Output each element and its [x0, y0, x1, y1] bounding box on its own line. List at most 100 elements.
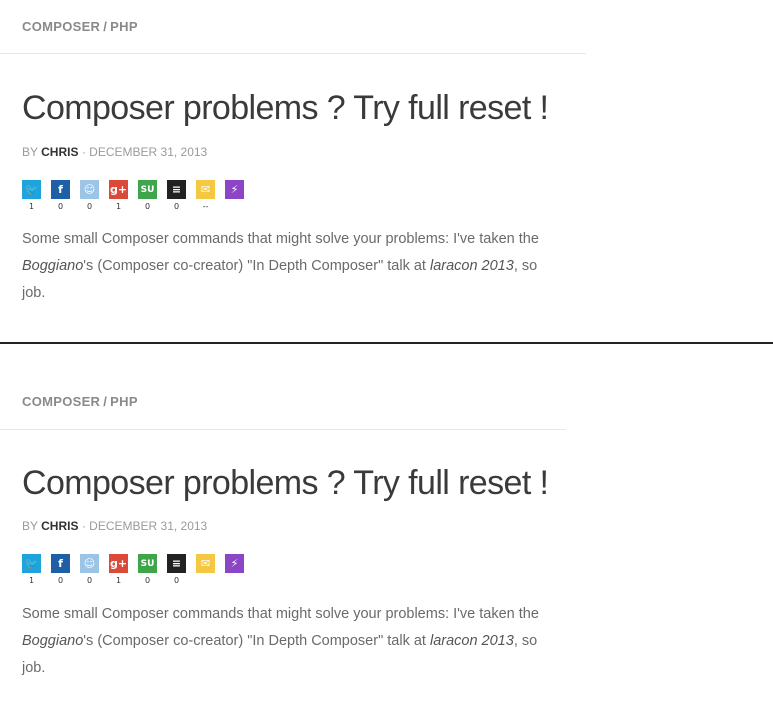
excerpt-line-1: Some small Composer commands that might …	[22, 606, 539, 622]
buffer-share-button[interactable]: ≡	[167, 554, 186, 573]
post-date: DECEMBER 31, 2013	[89, 145, 208, 159]
buffer-icon: ≡	[171, 557, 182, 570]
author-link[interactable]: CHRIS	[41, 519, 78, 533]
stumbleupon-share-count: 0	[144, 202, 151, 211]
share-item-email: ✉ --	[196, 180, 215, 211]
twitter-icon: 🐦	[24, 557, 39, 570]
facebook-share-button[interactable]: f	[51, 180, 70, 199]
category-separator: /	[103, 19, 108, 34]
twitter-share-count: 1	[28, 576, 35, 585]
share-item-email: ✉	[196, 554, 215, 585]
googleplus-share-count: 1	[115, 202, 122, 211]
twitter-share-button[interactable]: 🐦	[22, 554, 41, 573]
share-item-flattr: ⚡	[225, 180, 244, 211]
buffer-icon: ≡	[171, 183, 182, 196]
excerpt-line-3: job.	[22, 285, 46, 301]
share-item-googleplus: g+ 1	[109, 180, 128, 211]
email-icon: ✉	[200, 183, 211, 196]
category-link-php[interactable]: PHP	[110, 394, 138, 409]
post-title[interactable]: Composer problems ? Try full reset !	[22, 89, 549, 128]
category-link-composer[interactable]: COMPOSER	[22, 19, 100, 34]
facebook-share-button[interactable]: f	[51, 554, 70, 573]
stumbleupon-share-button[interactable]: SU	[138, 180, 157, 199]
post-byline: BY CHRIS · DECEMBER 31, 2013	[22, 145, 207, 159]
post-excerpt: Some small Composer commands that might …	[22, 601, 566, 682]
flattr-share-button[interactable]: ⚡	[225, 554, 244, 573]
facebook-share-count: 0	[57, 202, 64, 211]
buffer-share-count: 0	[173, 202, 180, 211]
email-icon: ✉	[200, 557, 211, 570]
twitter-share-count: 1	[28, 202, 35, 211]
googleplus-icon: g+	[109, 557, 128, 570]
share-item-reddit: ☺ 0	[80, 180, 99, 211]
email-share-button[interactable]: ✉	[196, 554, 215, 573]
excerpt-line-2: Boggiano's (Composer co-creator) "In Dep…	[22, 253, 586, 280]
reddit-share-button[interactable]: ☺	[80, 180, 99, 199]
share-item-flattr: ⚡	[225, 554, 244, 585]
email-share-count: --	[202, 202, 209, 211]
date-separator: ·	[81, 519, 86, 533]
share-item-buffer: ≡ 0	[167, 554, 186, 585]
category-link-php[interactable]: PHP	[110, 19, 138, 34]
excerpt-line-2-text: 's (Composer co-creator) "In Depth Compo…	[83, 633, 430, 649]
email-share-button[interactable]: ✉	[196, 180, 215, 199]
facebook-icon: f	[58, 557, 63, 570]
facebook-share-count: 0	[57, 576, 64, 585]
flattr-icon: ⚡	[230, 557, 239, 570]
post-title[interactable]: Composer problems ? Try full reset !	[22, 464, 549, 503]
excerpt-line-2-text: 's (Composer co-creator) "In Depth Compo…	[83, 258, 430, 274]
stumbleupon-share-count: 0	[144, 576, 151, 585]
post-excerpt: Some small Composer commands that might …	[22, 226, 586, 307]
category-link-composer[interactable]: COMPOSER	[22, 394, 100, 409]
screenshot-bottom-panel: COMPOSER / PHP Composer problems ? Try ful…	[0, 344, 566, 704]
share-item-facebook: f0	[51, 554, 70, 585]
googleplus-share-button[interactable]: g+	[109, 554, 128, 573]
post-byline: BY CHRIS · DECEMBER 31, 2013	[22, 519, 207, 533]
reddit-share-count: 0	[86, 202, 93, 211]
stumbleupon-icon: SU	[140, 184, 155, 195]
stumbleupon-share-button[interactable]: SU	[138, 554, 157, 573]
facebook-icon: f	[58, 183, 63, 196]
googleplus-share-button[interactable]: g+	[109, 180, 128, 199]
excerpt-line-1: Some small Composer commands that might …	[22, 231, 539, 247]
excerpt-line-2-end: , so	[513, 258, 538, 274]
post-categories: COMPOSER / PHP	[22, 19, 138, 34]
excerpt-author-name: Boggiano	[22, 258, 84, 274]
googleplus-share-count: 1	[115, 576, 122, 585]
share-item-reddit: ☺ 0	[80, 554, 99, 585]
date-separator: ·	[81, 145, 86, 159]
share-item-stumbleupon: SU 0	[138, 554, 157, 585]
googleplus-icon: g+	[109, 183, 128, 196]
by-label: BY	[22, 145, 38, 159]
category-separator: /	[103, 394, 108, 409]
post-preview: COMPOSER / PHP Composer problems ? Try ful…	[0, 0, 586, 342]
author-link[interactable]: CHRIS	[41, 145, 78, 159]
screenshot-top-panel: COMPOSER / PHP Composer problems ? Try ful…	[0, 0, 586, 342]
share-item-stumbleupon: SU 0	[138, 180, 157, 211]
twitter-icon: 🐦	[24, 183, 39, 196]
excerpt-line-3: job.	[22, 660, 46, 676]
share-item-buffer: ≡ 0	[167, 180, 186, 211]
flattr-share-button[interactable]: ⚡	[225, 180, 244, 199]
reddit-icon: ☺	[83, 183, 96, 196]
reddit-icon: ☺	[83, 557, 96, 570]
buffer-share-button[interactable]: ≡	[167, 180, 186, 199]
post-categories: COMPOSER / PHP	[22, 394, 138, 409]
share-item-facebook: f0	[51, 180, 70, 211]
post-preview: COMPOSER / PHP Composer problems ? Try ful…	[0, 344, 566, 704]
share-item-googleplus: g+ 1	[109, 554, 128, 585]
excerpt-event-name: laracon 2013	[429, 633, 514, 649]
twitter-share-button[interactable]: 🐦	[22, 180, 41, 199]
by-label: BY	[22, 519, 38, 533]
share-item-twitter: 🐦 1	[22, 554, 41, 585]
stumbleupon-icon: SU	[140, 558, 155, 569]
excerpt-event-name: laracon 2013	[429, 258, 514, 274]
flattr-icon: ⚡	[230, 183, 239, 196]
header-divider	[0, 53, 586, 54]
buffer-share-count: 0	[173, 576, 180, 585]
excerpt-line-2: Boggiano's (Composer co-creator) "In Dep…	[22, 628, 566, 655]
share-buttons: 🐦 1 f0 ☺ 0 g+ 1 SU 0 ≡ 0 ✉ ⚡	[22, 554, 254, 585]
reddit-share-count: 0	[86, 576, 93, 585]
excerpt-line-2-end: , so	[513, 633, 538, 649]
reddit-share-button[interactable]: ☺	[80, 554, 99, 573]
